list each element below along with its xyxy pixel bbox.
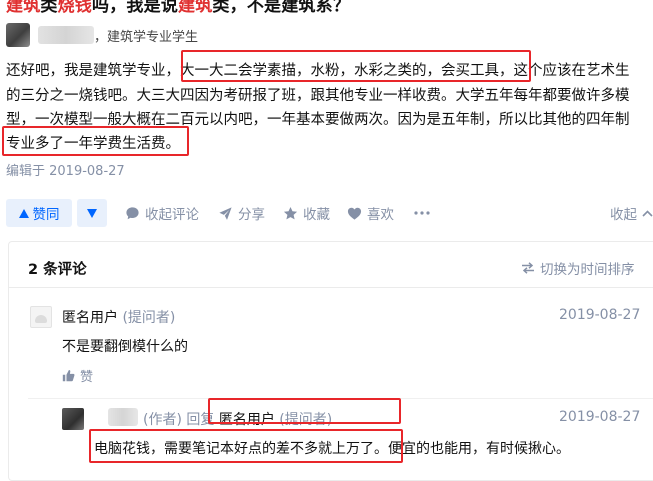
favorite-label: 收藏: [303, 207, 330, 223]
like-label: 赞: [80, 370, 94, 385]
like-button[interactable]: 喜欢: [347, 199, 394, 227]
comment-icon: [126, 206, 139, 219]
title-part: 建筑: [178, 0, 213, 16]
comment-label: 收起评论: [145, 207, 199, 223]
star-icon: [283, 206, 298, 219]
triangle-down-icon: [87, 208, 97, 218]
sort-label: 切换为时间排序: [540, 262, 635, 278]
switch-icon: [522, 262, 534, 274]
ellipsis-icon: [414, 211, 430, 215]
edit-timestamp[interactable]: 编辑于 2019-08-27: [6, 160, 125, 179]
heart-icon: [347, 207, 362, 220]
commenter-name: 匿名用户: [62, 310, 118, 326]
commenter-avatar[interactable]: [30, 306, 52, 328]
annotation-box: [208, 398, 401, 424]
commenter-avatar[interactable]: [62, 408, 84, 430]
triangle-up-icon: [18, 208, 29, 218]
title-part: 建筑: [6, 0, 41, 16]
annotation-box: [181, 50, 531, 82]
collapse-answer-button[interactable]: 收起: [610, 199, 653, 227]
title-part: 烧钱: [57, 0, 93, 16]
sort-toggle-button[interactable]: 切换为时间排序: [521, 258, 635, 278]
author-headline: ，建筑学专业学生: [94, 30, 199, 45]
comment-text: 不是要翻倒模什么的: [62, 339, 188, 355]
favorite-button[interactable]: 收藏: [283, 199, 330, 227]
answer-line: 的三分之一烧钱吧。大三大四因为考研报了班，跟其他专业一样收费。大学五年每年都要做…: [6, 88, 630, 104]
share-label: 分享: [238, 207, 265, 223]
like-label: 喜欢: [367, 207, 394, 223]
divider: [9, 287, 653, 288]
author-avatar[interactable]: [6, 23, 30, 47]
comment-count: 2 条评论: [28, 262, 87, 278]
comment-author[interactable]: 匿名用户 (提问者): [62, 307, 175, 327]
collapse-label: 收起: [610, 207, 637, 223]
title-part: 吗，我是说: [92, 0, 179, 16]
comment-date: 2019-08-27: [559, 409, 641, 425]
more-button[interactable]: [414, 199, 430, 227]
commenter-tag: (提问者): [122, 310, 176, 326]
title-part: 类: [40, 0, 58, 16]
share-icon: [219, 206, 232, 220]
commenter-tag: (作者) 回复: [143, 412, 215, 428]
author-name-redacted[interactable]: [38, 26, 94, 44]
upvote-label: 赞同: [32, 207, 60, 223]
annotation-box: [89, 429, 403, 463]
downvote-button[interactable]: [77, 199, 107, 227]
chevron-up-icon: [642, 209, 653, 217]
upvote-button[interactable]: 赞同: [6, 199, 72, 227]
annotation-box: [2, 126, 189, 156]
commenter-name-redacted[interactable]: [108, 408, 138, 426]
collapse-comments-button[interactable]: 收起评论: [125, 199, 199, 227]
question-title[interactable]: 建筑类烧钱吗，我是说建筑类，不是建筑系？: [6, 0, 350, 16]
comment-date: 2019-08-27: [559, 307, 641, 323]
comment-like-button[interactable]: 赞: [62, 366, 93, 385]
share-button[interactable]: 分享: [218, 199, 265, 227]
thumbs-up-icon: [62, 369, 75, 382]
title-part: 类，不是建筑系？: [212, 0, 351, 16]
